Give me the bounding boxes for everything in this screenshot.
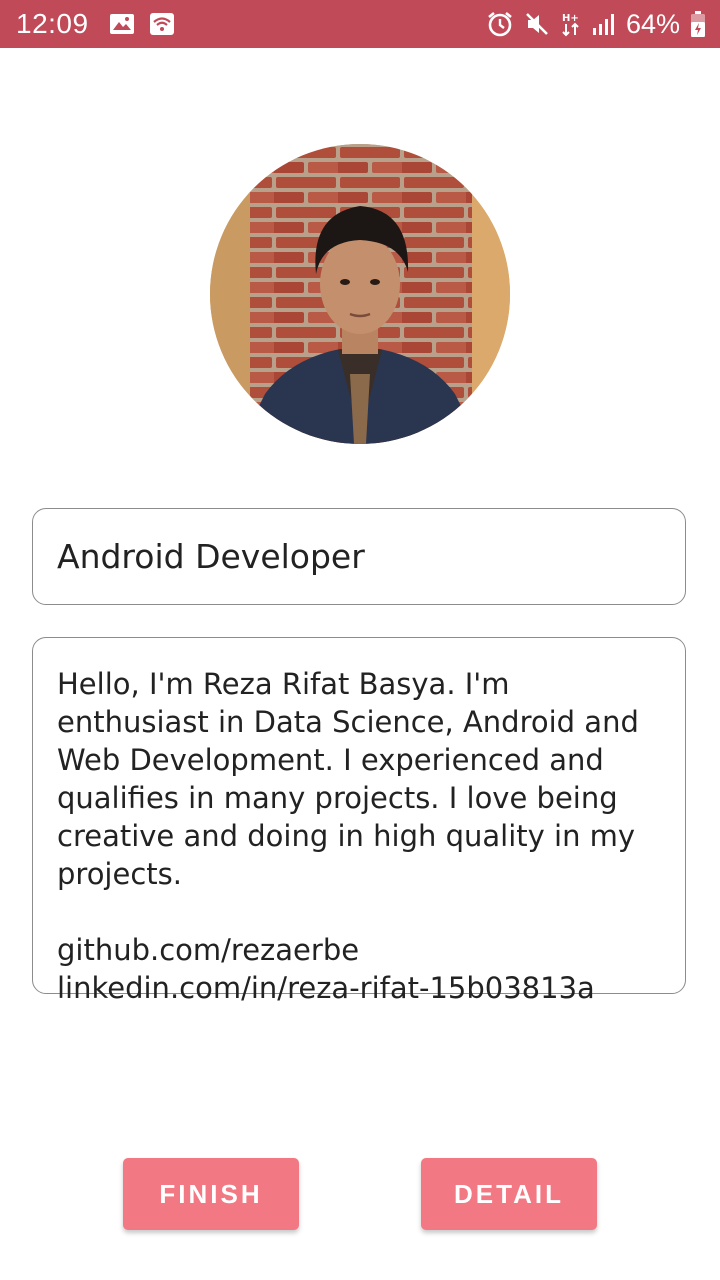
- status-time: 12:09: [16, 8, 89, 39]
- linkedin-link[interactable]: linkedin.com/in/reza-rifat-15b03813a: [57, 969, 661, 1007]
- role-field: Android Developer: [32, 508, 686, 605]
- battery-icon: [690, 10, 706, 38]
- detail-button[interactable]: DETAIL: [421, 1158, 597, 1230]
- data-transfer-icon: H+: [560, 11, 582, 37]
- status-right-icons: H+ 64%: [486, 9, 706, 40]
- avatar-photo: [210, 144, 510, 444]
- profile-avatar: [210, 144, 510, 444]
- bio-links: github.com/rezaerbe linkedin.com/in/reza…: [57, 931, 661, 1007]
- signal-icon: [592, 12, 616, 36]
- finish-button[interactable]: FINISH: [123, 1158, 299, 1230]
- role-text: Android Developer: [57, 537, 365, 576]
- svg-text:H+: H+: [562, 13, 579, 24]
- battery-percent: 64%: [625, 8, 680, 39]
- github-link[interactable]: github.com/rezaerbe: [57, 931, 661, 969]
- status-left-icons: [109, 12, 175, 36]
- alarm-icon: [486, 10, 514, 38]
- bio-card: Hello, I'm Reza Rifat Basya. I'm enthusi…: [32, 637, 686, 1005]
- image-icon: [109, 13, 135, 35]
- mute-icon: [524, 11, 550, 37]
- status-bar: 12:09 H+ 64%: [0, 0, 720, 48]
- bio-text: Hello, I'm Reza Rifat Basya. I'm enthusi…: [57, 667, 639, 891]
- wifi-hotspot-icon: [149, 12, 175, 36]
